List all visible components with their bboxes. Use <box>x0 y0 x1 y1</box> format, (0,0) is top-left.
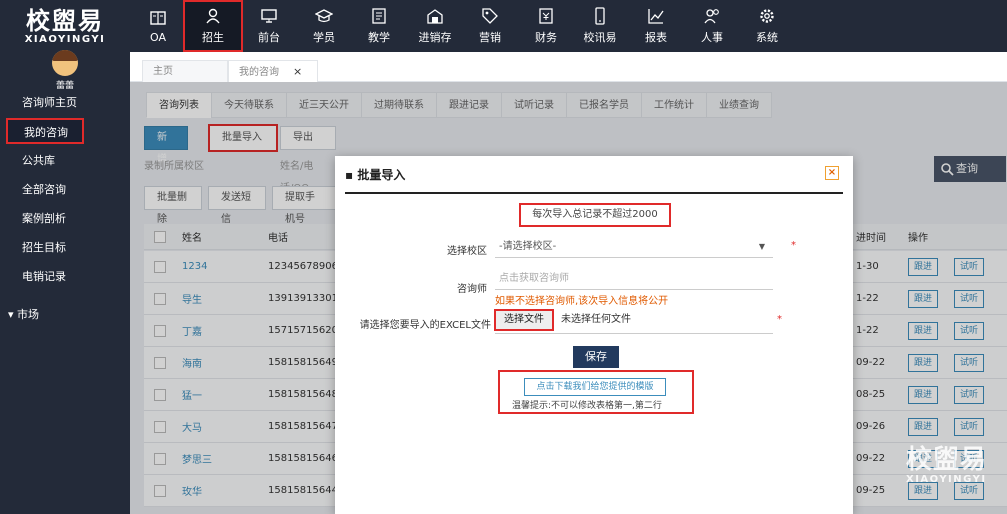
people-icon <box>703 7 721 25</box>
dialog-title-text: 批量导入 <box>357 168 406 182</box>
sidebar-group-market[interactable]: ▾ 市场 <box>0 304 130 326</box>
avatar[interactable] <box>52 50 78 76</box>
watermark-cn: 校盥易 <box>906 445 988 475</box>
page-tab-my-consults[interactable]: 我的咨询 × <box>228 60 318 82</box>
top-navbar: 校盥易 XIAOYINGYI OA 招生 前台 学员 教学 进销存 营销 财务 … <box>0 0 1007 52</box>
brand-name-cn: 校盥易 <box>26 5 104 35</box>
required-mark: * <box>791 240 796 251</box>
monitor-icon <box>260 7 278 25</box>
campus-select-value: -请选择校区- <box>499 241 557 252</box>
page-tab-home[interactable]: 主页 <box>142 60 228 82</box>
nav-label: 校讯易 <box>583 31 617 44</box>
choose-file-button[interactable]: 选择文件 <box>494 309 554 331</box>
tag-icon <box>481 7 499 25</box>
brand-name-en: XIAOYINGYI <box>24 33 106 45</box>
graduation-cap-icon <box>315 7 333 25</box>
nav-label: 营销 <box>479 31 501 44</box>
required-mark: * <box>777 314 782 325</box>
watermark-en: XIAOYINGYI <box>906 474 987 485</box>
divider <box>495 333 773 334</box>
caret-down-icon: ▾ <box>8 308 18 321</box>
close-icon[interactable]: × <box>825 166 839 180</box>
nav-enrollment[interactable]: 招生 <box>183 0 243 52</box>
nav-frontdesk[interactable]: 前台 <box>254 0 284 52</box>
page-tab-label: 主页 <box>153 66 173 77</box>
sidebar-item-public-pool[interactable]: 公共库 <box>0 148 130 174</box>
sidebar-item-my-consults[interactable]: 我的咨询 <box>6 118 84 144</box>
gear-icon <box>758 7 776 25</box>
nav-label: 教学 <box>368 31 390 44</box>
page-tab-label: 我的咨询 <box>239 67 279 78</box>
consultant-input[interactable]: 点击获取咨询师 <box>495 268 773 290</box>
sidebar-item-all-consults[interactable]: 全部咨询 <box>0 177 130 203</box>
nav-label: 人事 <box>701 31 723 44</box>
divider <box>345 192 843 194</box>
download-template-button[interactable]: 点击下载我们给您提供的模版 <box>524 378 666 396</box>
import-limit-note: 每次导入总记录不超过2000 <box>519 203 671 227</box>
nav-messaging[interactable]: 校讯易 <box>582 0 618 52</box>
sidebar-item-enroll-target[interactable]: 招生目标 <box>0 235 130 261</box>
batch-import-dialog: ▪ 批量导入 × 每次导入总记录不超过2000 选择校区 -请选择校区- ▼ *… <box>335 156 853 514</box>
template-download-box: 点击下载我们给您提供的模版 温馨提示:不可以修改表格第一,第二行 <box>498 370 694 414</box>
sidebar: 蕾蕾 咨询师主页 我的咨询 公共库 全部咨询 案例剖析 招生目标 电销记录 ▾ … <box>0 50 130 514</box>
nav-label: 前台 <box>258 31 280 44</box>
consultant-label: 咨询师 <box>457 284 487 295</box>
nav-teaching[interactable]: 教学 <box>364 0 394 52</box>
user-icon <box>204 7 222 25</box>
sidebar-group-label: 市场 <box>17 308 40 321</box>
book-icon <box>370 7 388 25</box>
watermark: 校盥易 XIAOYINGYI <box>906 446 987 485</box>
nav-label: 系统 <box>756 31 778 44</box>
avatar-hair <box>52 50 78 61</box>
campus-label: 选择校区 <box>447 246 487 257</box>
nav-label: 进销存 <box>418 31 452 44</box>
chart-icon <box>647 7 665 25</box>
nav-reports[interactable]: 报表 <box>641 0 671 52</box>
nav-label: 报表 <box>645 31 667 44</box>
file-label: 请选择您要导入的EXCEL文件 <box>359 320 491 331</box>
phone-icon <box>591 7 609 25</box>
nav-label: 财务 <box>535 31 557 44</box>
sidebar-item-consultant-home[interactable]: 咨询师主页 <box>0 90 130 116</box>
template-tip: 温馨提示:不可以修改表格第一,第二行 <box>512 401 662 411</box>
campus-select[interactable]: -请选择校区- ▼ <box>495 236 773 258</box>
card-icon <box>149 9 167 27</box>
nav-oa[interactable]: OA <box>143 0 173 52</box>
nav-hr[interactable]: 人事 <box>697 0 727 52</box>
warehouse-icon <box>426 7 444 25</box>
nav-label: OA <box>150 30 166 44</box>
nav-label: 学员 <box>313 31 335 44</box>
nav-label: 招生 <box>202 31 224 44</box>
page-tabs: 主页 我的咨询 × <box>130 52 1007 82</box>
wallet-icon <box>537 7 555 25</box>
sidebar-item-case-analysis[interactable]: 案例剖析 <box>0 206 130 232</box>
nav-finance[interactable]: 财务 <box>531 0 561 52</box>
nav-marketing[interactable]: 营销 <box>475 0 505 52</box>
nav-inventory[interactable]: 进销存 <box>417 0 453 52</box>
nav-students[interactable]: 学员 <box>309 0 339 52</box>
dialog-title: ▪ 批量导入 <box>345 168 406 182</box>
consultant-warning: 如果不选择咨询师,该次导入信息将公开 <box>495 296 669 307</box>
close-icon[interactable]: × <box>293 65 302 78</box>
save-button[interactable]: 保存 <box>573 346 619 368</box>
nav-system[interactable]: 系统 <box>752 0 782 52</box>
sidebar-item-telesales[interactable]: 电销记录 <box>0 264 130 290</box>
brand-logo[interactable]: 校盥易 XIAOYINGYI <box>0 0 130 52</box>
file-status: 未选择任何文件 <box>561 314 631 325</box>
caret-down-icon: ▼ <box>758 242 765 251</box>
